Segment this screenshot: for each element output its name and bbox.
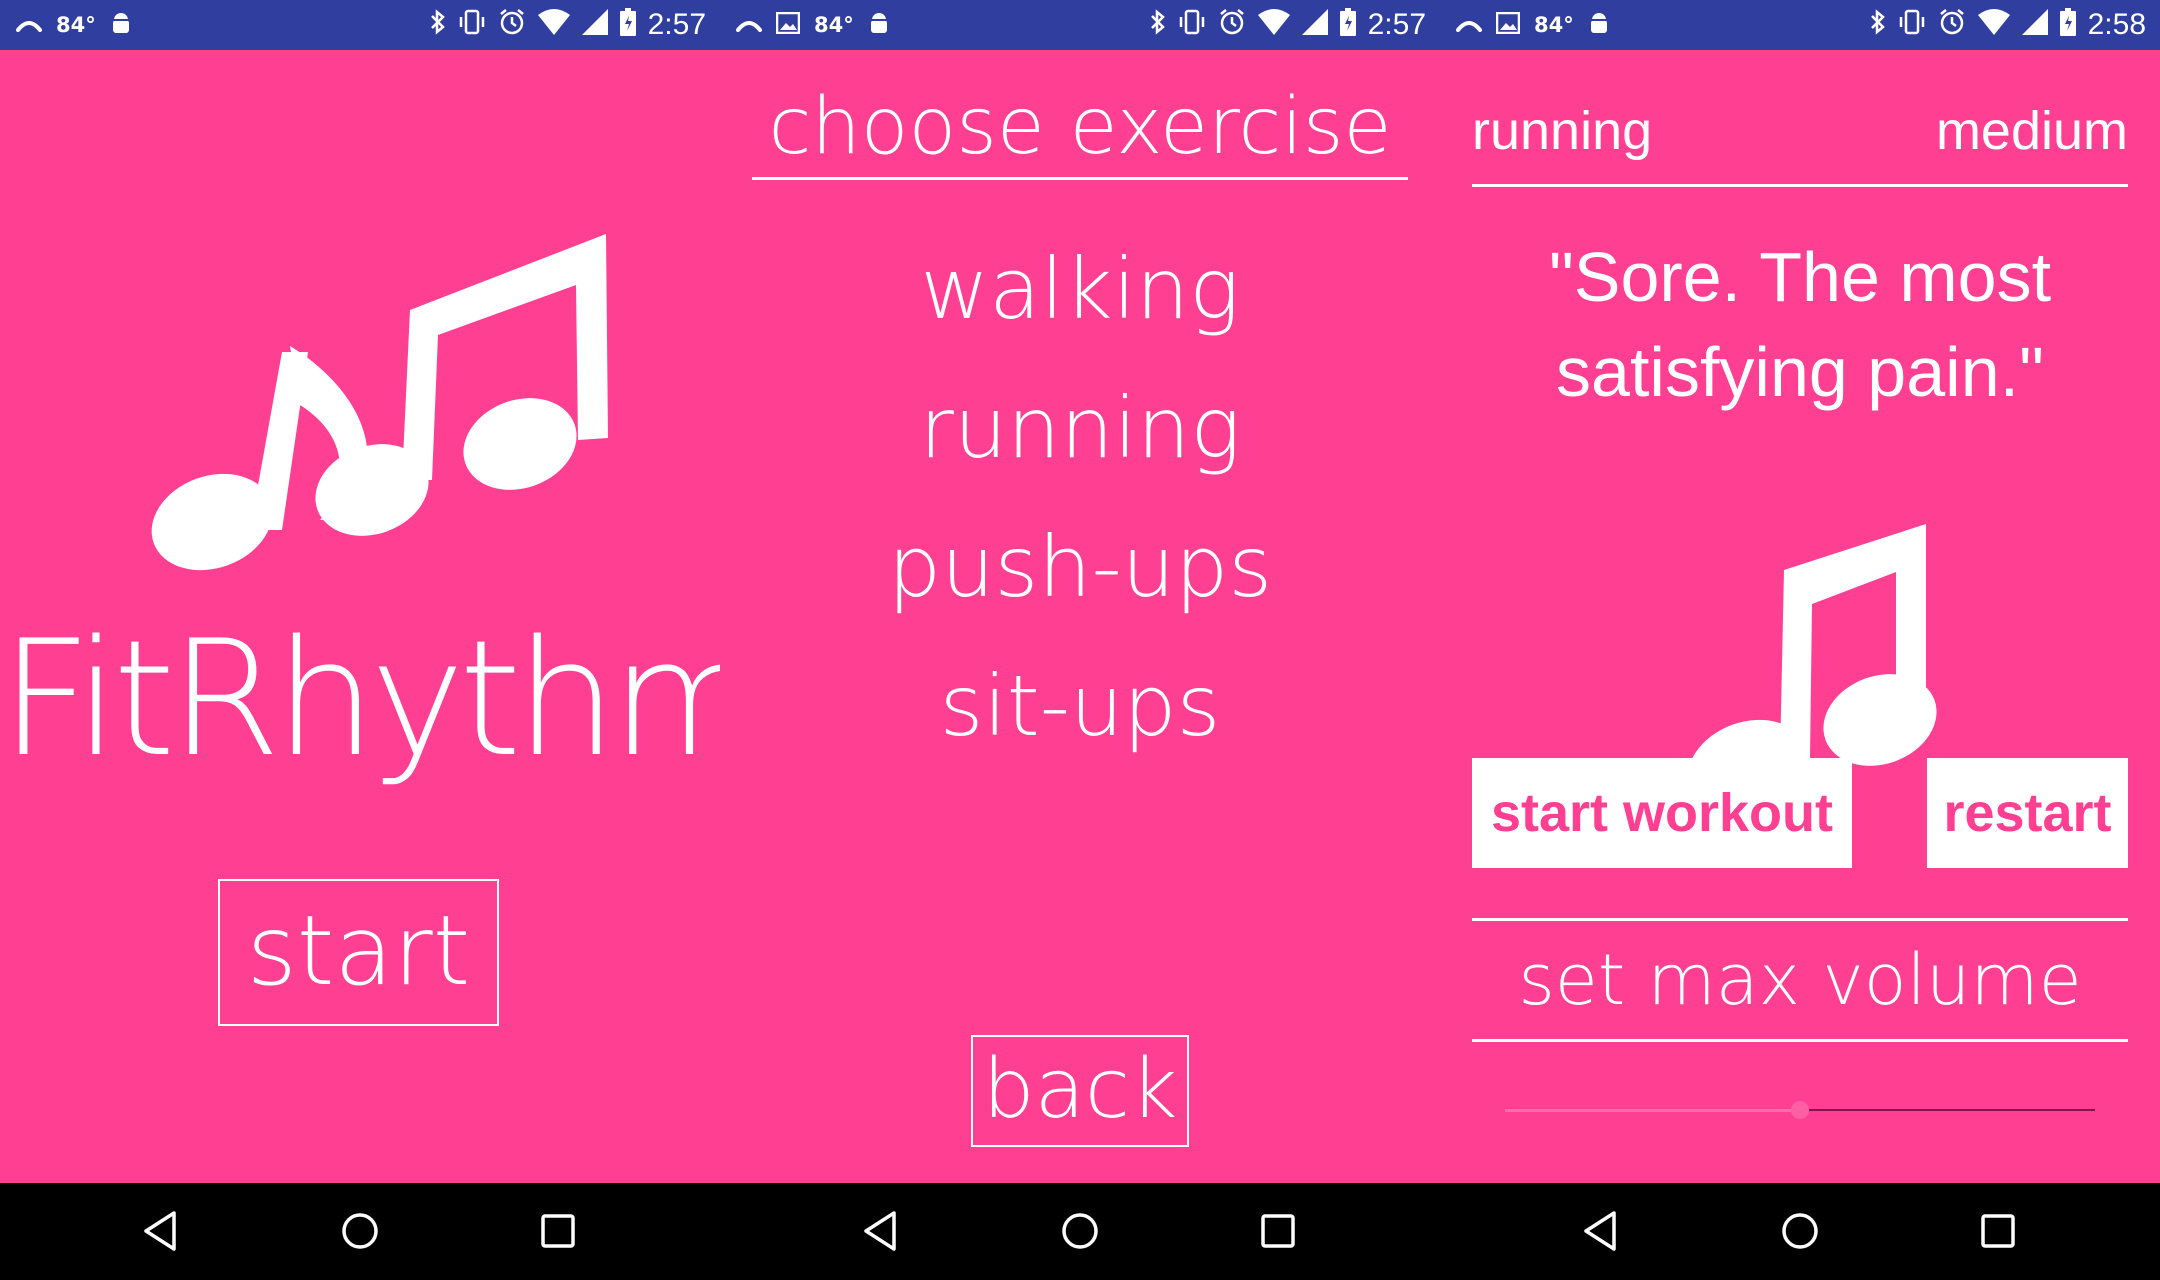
screens-container: 84° 2:57 FitRhythm start 84° 2:57 choose… [0,0,2160,1280]
exercise-list: walking running push-ups sit-ups [720,220,1440,776]
bluetooth-icon [430,8,446,42]
vibrate-icon [1898,8,1926,42]
android-icon [110,11,132,40]
signal-icon [581,8,608,42]
start-button[interactable]: start [218,879,499,1026]
music-notes-icon [151,234,608,571]
nav-bar [0,1183,720,1280]
alarm-icon [1938,8,1966,43]
volume-label: set max volume [1472,918,2128,1042]
exercise-item-push-ups[interactable]: push-ups [720,498,1440,637]
home-nav-icon[interactable] [332,1203,388,1259]
exercise-item-sit-ups[interactable]: sit-ups [720,637,1440,776]
back-button[interactable]: back [971,1035,1189,1147]
page-title: choose exercise [752,77,1408,180]
slider-track-empty [1800,1109,2095,1111]
screen-home: 84° 2:57 FitRhythm start [0,0,720,1280]
selected-exercise: running [1472,101,1653,161]
clock-time: 2:58 [2087,8,2146,41]
recents-nav-icon[interactable] [1250,1203,1306,1259]
screen-choose-exercise: 84° 2:57 choose exercise walking running… [720,0,1440,1280]
vibrate-icon [1178,8,1206,42]
battery-icon [1339,7,1356,43]
intensity-level: medium [1935,101,2128,161]
home-nav-icon[interactable] [1772,1203,1828,1259]
slider-track-filled [1505,1109,1800,1112]
image-icon [1495,11,1521,39]
battery-icon [619,7,636,43]
signal-icon [2021,8,2048,42]
missed-call-icon [16,13,42,37]
android-icon [868,11,890,40]
exercise-item-running[interactable]: running [720,359,1440,498]
back-nav-icon[interactable] [854,1203,910,1259]
motivational-quote: "Sore. The most satisfying pain." [1548,238,2052,411]
alarm-icon [498,8,526,43]
temperature-label: 84° [1534,13,1574,37]
missed-call-icon [736,13,762,37]
home-nav-icon[interactable] [1052,1203,1108,1259]
volume-slider[interactable] [1505,1095,2095,1125]
home-content: FitRhythm start [0,50,720,1183]
signal-icon [1301,8,1328,42]
temperature-label: 84° [814,13,854,37]
app-title: FitRhythm [0,605,720,792]
wifi-icon [1257,8,1290,42]
missed-call-icon [1456,13,1482,37]
status-bar: 84° [0,0,720,50]
wifi-icon [537,8,570,42]
start-workout-button[interactable]: start workout [1472,758,1852,868]
recents-nav-icon[interactable] [530,1203,586,1259]
recents-nav-icon[interactable] [1970,1203,2026,1259]
exercise-item-walking[interactable]: walking [720,220,1440,359]
workout-header: running medium [1472,80,2128,187]
choose-exercise-content: choose exercise walking running push-ups… [720,50,1440,1183]
temperature-label: 84° [56,13,96,37]
clock-time: 2:57 [1367,8,1426,41]
android-icon [1588,11,1610,40]
battery-icon [2059,7,2076,43]
back-nav-icon[interactable] [134,1203,190,1259]
workout-content: running medium "Sore. The most satisfyin… [1440,50,2160,1183]
restart-button[interactable]: restart [1927,758,2128,868]
alarm-icon [1218,8,1246,43]
status-bar: 84° [720,0,1440,50]
image-icon [775,11,801,39]
slider-thumb[interactable] [1791,1101,1809,1119]
status-bar: 84° [1440,0,2160,50]
back-nav-icon[interactable] [1574,1203,1630,1259]
screen-workout: 84° 2:58 running medium "Sore. The most … [1440,0,2160,1280]
nav-bar [720,1183,1440,1280]
vibrate-icon [458,8,486,42]
clock-time: 2:57 [647,8,706,41]
nav-bar [1440,1183,2160,1280]
bluetooth-icon [1150,8,1166,42]
wifi-icon [1977,8,2010,42]
bluetooth-icon [1870,8,1886,42]
